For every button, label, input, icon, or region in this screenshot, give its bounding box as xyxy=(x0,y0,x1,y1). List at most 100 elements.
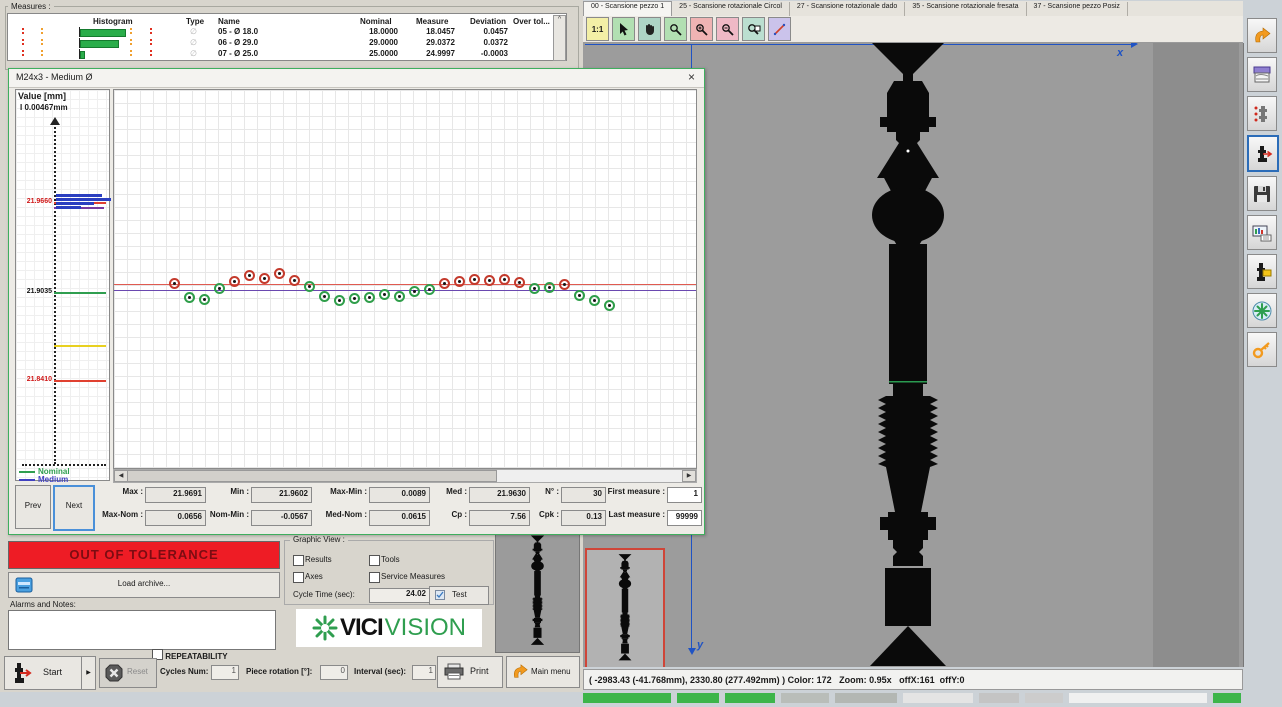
print-label: Print xyxy=(470,666,489,676)
col-name: Name xyxy=(218,17,240,26)
strip-cell xyxy=(903,693,973,703)
measure-line-button[interactable] xyxy=(768,17,791,41)
tab-scan-4[interactable]: 37 - Scansione pezzo Posiz xyxy=(1027,2,1128,16)
tab-scan-1[interactable]: 25 - Scansione rotazionale Circol xyxy=(672,2,790,16)
measure-trend-dialog: M24x3 - Medium Ø × Value [mm] I 0.00467m… xyxy=(8,68,705,535)
main-menu-button[interactable]: Main menu xyxy=(506,656,580,688)
tab-scan-3[interactable]: 35 - Scansione rotazionale fresata xyxy=(905,2,1026,16)
results-label: Results xyxy=(305,555,332,564)
print-preview-button[interactable] xyxy=(1247,57,1277,92)
cycle-time-field: 24.02 xyxy=(369,588,430,603)
trend-plot[interactable] xyxy=(113,89,697,469)
scroll-left-icon[interactable]: ◀ xyxy=(114,470,128,482)
stat-label: Cp : xyxy=(429,510,467,519)
tick-label: 21.9660 xyxy=(17,198,52,205)
stat-label: N° : xyxy=(529,487,559,496)
cursor-tool-button[interactable] xyxy=(612,17,635,41)
measure-point xyxy=(499,274,510,285)
axes-label: Axes xyxy=(305,572,323,581)
measure-point xyxy=(424,284,435,295)
zoom-in-icon xyxy=(695,23,708,36)
table-row[interactable]: ∅ 05 - Ø 18.0 18.0000 18.0457 0.0457 xyxy=(8,27,566,37)
zoom-out-button[interactable] xyxy=(716,17,739,41)
table-row[interactable]: ∅ 06 - Ø 29.0 29.0000 29.0372 0.0372 xyxy=(8,38,566,48)
measure-line-icon xyxy=(773,23,786,36)
first-measure-field[interactable]: 1 xyxy=(667,487,702,503)
last-measure-field[interactable]: 99999 xyxy=(667,510,702,526)
measure-point xyxy=(304,281,315,292)
measure-point xyxy=(259,273,270,284)
stat-label: Med : xyxy=(429,487,467,496)
stat-mednom: 0.0615 xyxy=(369,510,430,526)
prev-button[interactable]: Prev xyxy=(15,485,51,529)
zoom-region-button[interactable] xyxy=(742,17,765,41)
piece-silhouette-thumb xyxy=(520,535,555,648)
tool-setup-icon xyxy=(1252,262,1272,282)
print-button[interactable]: Print xyxy=(437,656,503,688)
zoom-tool-button[interactable] xyxy=(664,17,687,41)
zoom-in-button[interactable] xyxy=(690,17,713,41)
measure-point xyxy=(484,275,495,286)
alarms-textarea[interactable] xyxy=(8,610,276,650)
measure-point xyxy=(349,293,360,304)
cursor-icon xyxy=(618,22,630,36)
measure-point xyxy=(544,282,555,293)
strip-cell xyxy=(835,693,897,703)
pan-tool-button[interactable] xyxy=(638,17,661,41)
load-archive-button[interactable]: Load archive... xyxy=(8,572,280,598)
stat-label: Min : xyxy=(207,487,249,496)
strip-cell xyxy=(1069,693,1207,703)
y-axis-arrow-icon xyxy=(688,648,696,659)
start-button[interactable]: Start xyxy=(4,656,82,690)
save-button[interactable] xyxy=(1247,176,1277,211)
scroll-thumb[interactable] xyxy=(127,470,497,482)
interval-field[interactable]: 1 xyxy=(412,665,436,680)
tools-label: Tools xyxy=(381,555,400,564)
x-axis-arrow-icon xyxy=(1131,43,1142,48)
start-more-button[interactable]: ▶ xyxy=(81,656,96,690)
viewport-navigator[interactable] xyxy=(585,548,665,667)
tool-setup-button[interactable] xyxy=(1247,254,1277,289)
tools-checkbox[interactable] xyxy=(369,555,380,566)
strip-cell xyxy=(1025,693,1063,703)
report-view-button[interactable] xyxy=(1247,215,1277,250)
tab-scan-0[interactable]: 00 - Scansione pezzo 1 xyxy=(583,1,672,16)
main-menu-side-button[interactable] xyxy=(1247,18,1277,53)
measure-point xyxy=(529,283,540,294)
next-button[interactable]: Next xyxy=(53,485,95,531)
scroll-right-icon[interactable]: ▶ xyxy=(682,470,696,482)
access-key-button[interactable] xyxy=(1247,332,1277,367)
piece-program-button[interactable] xyxy=(1247,135,1279,172)
reset-label: Reset xyxy=(127,667,148,676)
back-arrow-icon xyxy=(1252,26,1272,46)
x-axis-label: x xyxy=(1117,47,1123,59)
plot-scrollbar[interactable]: ◀ ▶ xyxy=(113,469,697,483)
side-icon-toolbar xyxy=(1247,18,1277,371)
table-row[interactable]: ∅ 07 - Ø 25.0 25.0000 24.9997 -0.0003 xyxy=(8,49,566,59)
hand-icon xyxy=(643,23,656,36)
tab-scan-2[interactable]: 27 - Scansione rotazionale dado xyxy=(790,2,905,16)
one-to-one-button[interactable]: 1:1 xyxy=(586,17,609,41)
results-checkbox[interactable] xyxy=(293,555,304,566)
dialog-titlebar[interactable]: M24x3 - Medium Ø × xyxy=(9,69,704,88)
strip-cell xyxy=(781,693,829,703)
tolerance-line xyxy=(114,284,696,285)
vici-logo-button[interactable] xyxy=(1247,293,1277,328)
stat-label: Max : xyxy=(97,487,143,496)
axis-title: Value [mm] xyxy=(18,91,66,101)
col-histogram: Histogram xyxy=(93,17,133,26)
measures-recipe-button[interactable] xyxy=(1247,96,1277,131)
cycles-field[interactable]: 1 xyxy=(211,665,239,680)
test-button[interactable]: Test xyxy=(429,586,489,605)
measure-point xyxy=(454,276,465,287)
tick-label: 21.8410 xyxy=(17,376,52,383)
reset-button[interactable]: Reset xyxy=(99,658,157,688)
service-measures-checkbox[interactable] xyxy=(369,572,380,583)
axis-scale-note: I 0.00467mm xyxy=(20,103,68,112)
rotation-field[interactable]: 0 xyxy=(320,665,348,680)
close-icon[interactable]: × xyxy=(685,70,698,84)
measures-table[interactable]: Histogram Type Name Nominal Measure Devi… xyxy=(7,13,567,61)
histogram-bar xyxy=(80,29,126,37)
stat-maxmin: 0.0089 xyxy=(369,487,430,503)
axes-checkbox[interactable] xyxy=(293,572,304,583)
